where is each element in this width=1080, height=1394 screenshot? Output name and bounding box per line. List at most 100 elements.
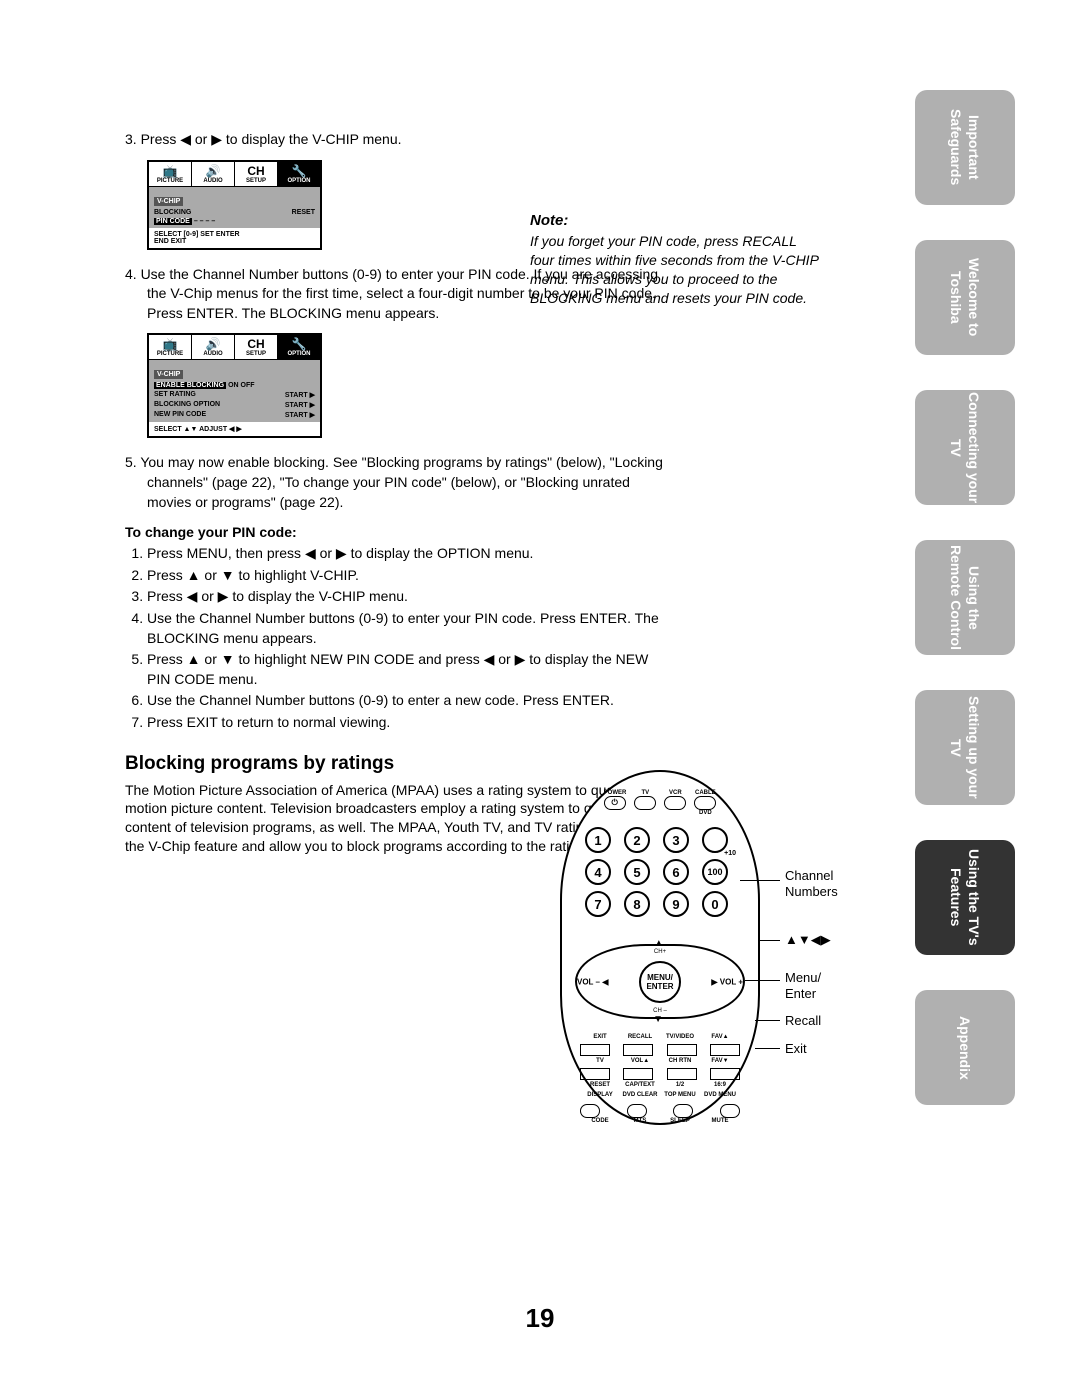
ch-minus: CH –▼ xyxy=(653,1008,667,1025)
cp-step-5: Press ▲ or ▼ to highlight NEW PIN CODE a… xyxy=(147,650,675,689)
vol-plus: ▶ VOL + xyxy=(711,977,743,986)
cp-step-7: Press EXIT to return to normal viewing. xyxy=(147,713,675,733)
osd2-row-rating: SET RATINGSTART ▶ xyxy=(154,390,315,400)
num-7: 7 xyxy=(585,891,611,917)
tab-setting-up: Setting up your TV xyxy=(915,690,1015,805)
num-3: 3 xyxy=(663,827,689,853)
cp-step-3: Press ◀ or ▶ to display the V-CHIP menu. xyxy=(147,587,675,607)
number-grid: 1 2 3 4 5 6 100 7 8 9 0 xyxy=(585,827,735,917)
num-1: 1 xyxy=(585,827,611,853)
lab-12: 1/2 xyxy=(660,1082,700,1088)
osd-foot-l2: END EXIT xyxy=(154,238,315,245)
btn-mini-7 xyxy=(667,1068,697,1080)
tvvideo-lab: TV/VIDEO xyxy=(660,1034,700,1040)
tab-features-active: Using the TV's Features xyxy=(915,840,1015,955)
tab-remote: Using the Remote Control xyxy=(915,540,1015,655)
step-3: 3. Press ◀ or ▶ to display the V-CHIP me… xyxy=(125,130,675,150)
lab-169: 16:9 xyxy=(700,1082,740,1088)
lab-reset: RESET xyxy=(580,1082,620,1088)
callout-exit: Exit xyxy=(785,1041,807,1057)
callout-arrows: ▲▼◀▶ xyxy=(785,932,831,948)
main-content: 3. Press ◀ or ▶ to display the V-CHIP me… xyxy=(125,130,675,866)
manual-page: Important Safeguards Welcome to Toshiba … xyxy=(0,0,1080,1394)
step-5: 5. You may now enable blocking. See "Blo… xyxy=(125,453,675,512)
btn-mini-5 xyxy=(580,1068,610,1080)
lab-b2-3: CH RTN xyxy=(660,1058,700,1064)
osd-tab-setup: CHSETUP xyxy=(235,162,278,186)
vol-minus: VOL – ◀ xyxy=(577,977,608,986)
lab-b2-2: VOL▲ xyxy=(620,1058,660,1064)
step-4: 4. Use the Channel Number buttons (0-9) … xyxy=(125,265,675,324)
osd2-foot: SELECT ▲▼ ADJUST ◀ ▶ xyxy=(154,425,242,433)
lead-exit xyxy=(755,1048,780,1049)
osd2-tab-picture: 📺PICTURE xyxy=(149,335,192,359)
callout-menu: Menu/ Enter xyxy=(785,970,821,1001)
lab-b2-1: TV xyxy=(580,1058,620,1064)
btn-mini-6 xyxy=(623,1068,653,1080)
callout-recall: Recall xyxy=(785,1013,821,1029)
change-pin-head: To change your PIN code: xyxy=(125,524,675,540)
num-9: 9 xyxy=(663,891,689,917)
cp-step-4: Use the Channel Number buttons (0-9) to … xyxy=(147,609,675,648)
osd-row-pincode: PIN CODE– – – – xyxy=(154,217,315,226)
btn-mini-8 xyxy=(710,1068,740,1080)
lead-channel xyxy=(740,880,780,881)
lab-sleep: SLEEP xyxy=(660,1118,700,1124)
page-number: 19 xyxy=(0,1303,1080,1334)
lead-menu xyxy=(745,980,780,981)
osd2-row-enable: ENABLE BLOCKINGON OFF xyxy=(154,381,315,390)
fav-lab: FAV▲ xyxy=(700,1034,740,1040)
power-icon: ⏻ xyxy=(604,796,626,810)
lab-dvdmenu: DVD MENU xyxy=(700,1092,740,1098)
osd2-row-blockopt: BLOCKING OPTIONSTART ▶ xyxy=(154,400,315,410)
lab-b2-4: FAV▼ xyxy=(700,1058,740,1064)
lab-mute: MUTE xyxy=(700,1118,740,1124)
oval-2 xyxy=(627,1104,647,1118)
osd2-tab-audio: 🔊AUDIO xyxy=(192,335,235,359)
tab-welcome: Welcome to Toshiba xyxy=(915,240,1015,355)
osd2-header: V-CHIP xyxy=(154,370,183,379)
ch-plus: ▲CH+ xyxy=(654,938,666,955)
osd2-row-newpin: NEW PIN CODESTART ▶ xyxy=(154,410,315,420)
num-0: 0 xyxy=(702,891,728,917)
cp-step-6: Use the Channel Number buttons (0-9) to … xyxy=(147,691,675,711)
menu-enter-btn: MENU/ ENTER xyxy=(639,961,681,1003)
lab-display: DISPLAY xyxy=(580,1092,620,1098)
num-6: 6 xyxy=(663,859,689,885)
num-4: 4 xyxy=(585,859,611,885)
num-2: 2 xyxy=(624,827,650,853)
osd-vchip-pin: 📺PICTURE 🔊AUDIO CHSETUP 🔧OPTION V-CHIP B… xyxy=(147,160,322,250)
osd-header: V-CHIP xyxy=(154,197,183,206)
num-5: 5 xyxy=(624,859,650,885)
lab-dvdclear: DVD CLEAR xyxy=(620,1092,660,1098)
cp-step-1: Press MENU, then press ◀ or ▶ to display… xyxy=(147,544,675,564)
cp-step-2: Press ▲ or ▼ to highlight V-CHIP. xyxy=(147,566,675,586)
side-nav-tabs: Important Safeguards Welcome to Toshiba … xyxy=(915,90,1015,1140)
lead-arrows xyxy=(760,940,780,941)
osd2-tab-setup: CHSETUP xyxy=(235,335,278,359)
tv-mode-btn xyxy=(634,796,656,810)
oval-3 xyxy=(673,1104,693,1118)
vcr-mode-btn xyxy=(664,796,686,810)
lab-topmenu: TOP MENU xyxy=(660,1092,700,1098)
lab-code: CODE xyxy=(580,1118,620,1124)
remote-illustration: POWER⏻ TV VCR CABLEDVD 1 2 3 4 5 6 100 7… xyxy=(560,770,760,1125)
btn-mini-4 xyxy=(710,1044,740,1056)
oval-4 xyxy=(720,1104,740,1118)
callout-channel: Channel Numbers xyxy=(785,868,838,899)
btn-mini-2 xyxy=(623,1044,653,1056)
osd-tab-audio: 🔊AUDIO xyxy=(192,162,235,186)
num-8: 8 xyxy=(624,891,650,917)
tab-connecting: Connecting your TV xyxy=(915,390,1015,505)
oval-1 xyxy=(580,1104,600,1118)
osd-row-blocking: BLOCKINGRESET xyxy=(154,208,315,217)
exit-lab: EXIT xyxy=(580,1034,620,1040)
tab-appendix: Appendix xyxy=(915,990,1015,1105)
osd-tab-picture: 📺PICTURE xyxy=(149,162,192,186)
tab-safeguards: Important Safeguards xyxy=(915,90,1015,205)
lab-mts: MTS xyxy=(620,1118,660,1124)
osd-foot-l1: SELECT [0-9] SET ENTER xyxy=(154,231,315,238)
cable-mode-btn xyxy=(694,796,716,810)
change-pin-list: Press MENU, then press ◀ or ▶ to display… xyxy=(125,544,675,732)
osd-tab-option: 🔧OPTION xyxy=(278,162,320,186)
